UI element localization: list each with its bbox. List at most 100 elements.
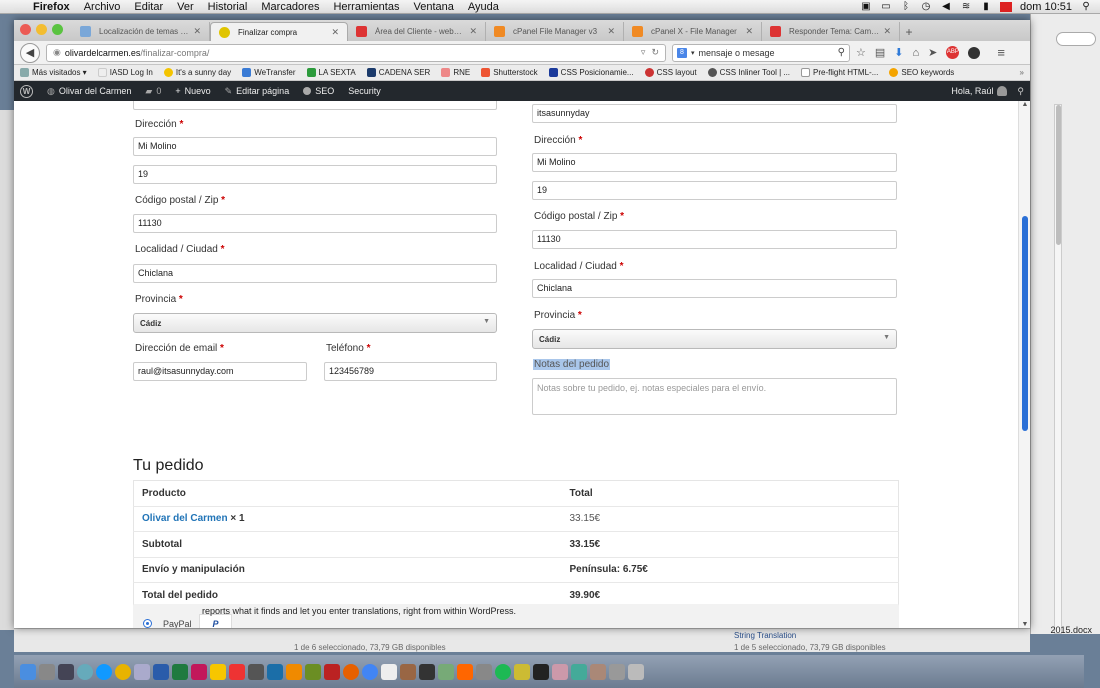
billing-company-field[interactable] bbox=[133, 101, 497, 110]
contacts-icon[interactable] bbox=[590, 663, 606, 680]
wp-site-link[interactable]: ◍ Olivar del Carmen bbox=[47, 86, 131, 97]
wp-search-icon[interactable]: ⚲ bbox=[1017, 86, 1024, 97]
chrome-icon[interactable] bbox=[115, 663, 131, 680]
bookmark-css-layout[interactable]: CSS layout bbox=[644, 68, 697, 77]
url-bar[interactable]: ◉ olivardelcarmen.es /finalizar-compra/ … bbox=[46, 43, 666, 62]
bookmark-iasd[interactable]: IASD Log In bbox=[97, 68, 153, 77]
indesign-icon[interactable] bbox=[191, 663, 207, 680]
tab-finalizar-compra[interactable]: Finalizar compra ✕ bbox=[210, 22, 348, 41]
search-engine-dropdown-icon[interactable]: ▾ bbox=[691, 49, 695, 57]
bookmark-pre-flight[interactable]: Pre-flight HTML-... bbox=[801, 68, 878, 77]
wifi-icon[interactable]: ≋ bbox=[960, 1, 972, 12]
reading-list-icon[interactable]: ▤ bbox=[875, 46, 885, 59]
bookmark-css-inliner[interactable]: CSS Inliner Tool | ... bbox=[707, 68, 790, 77]
new-tab-button[interactable]: + bbox=[900, 25, 918, 39]
bookmark-css-posicionamiento[interactable]: CSS Posicionamie... bbox=[548, 68, 634, 77]
sketch-icon[interactable] bbox=[210, 663, 226, 680]
chrome-browser-icon[interactable] bbox=[362, 663, 378, 680]
search-engine-icon[interactable]: 8 bbox=[677, 47, 687, 58]
billing-email-field[interactable]: raul@itsasunnyday.com bbox=[133, 362, 307, 381]
extension-icon[interactable] bbox=[968, 46, 981, 59]
calendar-icon[interactable] bbox=[381, 663, 397, 680]
menu-ayuda[interactable]: Ayuda bbox=[461, 1, 506, 13]
sublime-icon[interactable] bbox=[457, 663, 473, 680]
shipping-province-select[interactable]: Cádiz ▼ bbox=[532, 329, 897, 349]
acrobat-icon[interactable] bbox=[229, 663, 245, 680]
scroll-down-icon[interactable]: ▼ bbox=[1019, 621, 1030, 628]
system-preferences-icon[interactable] bbox=[609, 663, 625, 680]
battery-icon[interactable]: ▮ bbox=[980, 1, 992, 12]
paypal-radio[interactable] bbox=[143, 619, 152, 628]
firefox-icon[interactable] bbox=[343, 663, 359, 680]
billing-phone-field[interactable]: 123456789 bbox=[324, 362, 497, 381]
launchpad-icon[interactable] bbox=[39, 663, 55, 680]
tab-close-icon[interactable]: ✕ bbox=[193, 26, 201, 37]
paypal-label[interactable]: PayPal bbox=[163, 619, 192, 628]
wp-security[interactable]: Security bbox=[348, 86, 381, 96]
wordpress-logo-icon[interactable]: W bbox=[20, 84, 33, 98]
mission-control-icon[interactable] bbox=[58, 663, 74, 680]
bookmark-cadena-ser[interactable]: CADENA SER bbox=[366, 68, 430, 77]
menu-ventana[interactable]: Ventana bbox=[406, 1, 460, 13]
flag-icon[interactable] bbox=[1000, 1, 1013, 12]
close-window-button[interactable] bbox=[20, 24, 31, 35]
tab-close-icon[interactable]: ✕ bbox=[331, 27, 339, 38]
menu-editar[interactable]: Editar bbox=[127, 1, 170, 13]
order-notes-textarea[interactable]: Notas sobre tu pedido, ej. notas especia… bbox=[532, 378, 897, 415]
billing-address-1-field[interactable]: Mi Molino bbox=[133, 137, 497, 156]
display-icon[interactable]: ▭ bbox=[880, 1, 892, 12]
photos-icon[interactable] bbox=[552, 663, 568, 680]
billing-zip-field[interactable]: 11130 bbox=[133, 214, 497, 233]
search-bar[interactable]: 8 ▾ mensaje o mesage ⚲ bbox=[672, 43, 850, 62]
skype-icon[interactable] bbox=[96, 663, 112, 680]
menu-historial[interactable]: Historial bbox=[201, 1, 255, 13]
bookmarks-overflow-icon[interactable]: » bbox=[1020, 68, 1024, 77]
tab-close-icon[interactable]: ✕ bbox=[883, 26, 891, 37]
url-dropdown-icon[interactable]: ▿ bbox=[641, 47, 646, 58]
terminal-icon[interactable] bbox=[533, 663, 549, 680]
tab-close-icon[interactable]: ✕ bbox=[469, 26, 477, 37]
tab-cpanel-x-file-manager[interactable]: cPanel X - File Manager ✕ bbox=[624, 22, 762, 41]
notification-icon[interactable]: ▣ bbox=[860, 1, 872, 12]
trash-icon[interactable] bbox=[628, 663, 644, 680]
menu-herramientas[interactable]: Herramientas bbox=[326, 1, 406, 13]
tab-responder-tema[interactable]: Responder Tema: Cambia... ✕ bbox=[762, 22, 900, 41]
volume-icon[interactable]: ◀ bbox=[940, 1, 952, 12]
billing-address-2-field[interactable]: 19 bbox=[133, 165, 497, 184]
mail-icon[interactable] bbox=[134, 663, 150, 680]
clock[interactable]: dom 10:51 bbox=[1020, 1, 1072, 13]
bookmark-rne[interactable]: RNE bbox=[441, 68, 470, 77]
preview-icon[interactable] bbox=[419, 663, 435, 680]
filezilla-icon[interactable] bbox=[324, 663, 340, 680]
back-button[interactable]: ◀ bbox=[20, 42, 40, 63]
photoshop-icon[interactable] bbox=[267, 663, 283, 680]
download-icon[interactable]: ⬇ bbox=[894, 46, 903, 59]
shipping-company-field[interactable]: itsasunnyday bbox=[532, 104, 897, 123]
excel-icon[interactable] bbox=[172, 663, 188, 680]
maps-icon[interactable] bbox=[438, 663, 454, 680]
bookmark-shutterstock[interactable]: Shutterstock bbox=[481, 68, 538, 77]
time-machine-icon[interactable]: ◷ bbox=[920, 1, 932, 12]
tab-close-icon[interactable]: ✕ bbox=[607, 26, 615, 37]
product-link[interactable]: Olivar del Carmen bbox=[142, 513, 228, 524]
notes-icon[interactable] bbox=[514, 663, 530, 680]
wp-comments[interactable]: ▰ 0 bbox=[145, 86, 161, 97]
search-icon[interactable]: ⚲ bbox=[838, 47, 845, 58]
wp-account[interactable]: Hola, Raúl bbox=[951, 86, 1008, 96]
wp-new[interactable]: + Nuevo bbox=[175, 86, 210, 96]
tools-icon[interactable] bbox=[248, 663, 264, 680]
word-icon[interactable] bbox=[153, 663, 169, 680]
books-icon[interactable] bbox=[400, 663, 416, 680]
tab-area-cliente[interactable]: Área del Cliente - webem... ✕ bbox=[348, 22, 486, 41]
finder-icon[interactable] bbox=[20, 663, 36, 680]
page-scrollbar[interactable]: ▲ ▼ bbox=[1018, 101, 1030, 628]
shipping-city-field[interactable]: Chiclana bbox=[532, 279, 897, 298]
menu-ver[interactable]: Ver bbox=[170, 1, 201, 13]
home-icon[interactable]: ⌂ bbox=[913, 47, 920, 59]
illustrator-icon[interactable] bbox=[286, 663, 302, 680]
itunes-icon[interactable] bbox=[77, 663, 93, 680]
bookmark-wetransfer[interactable]: WeTransfer bbox=[242, 68, 296, 77]
dreamweaver-icon[interactable] bbox=[305, 663, 321, 680]
send-icon[interactable]: ➤ bbox=[928, 46, 937, 59]
appstore-icon[interactable] bbox=[476, 663, 492, 680]
